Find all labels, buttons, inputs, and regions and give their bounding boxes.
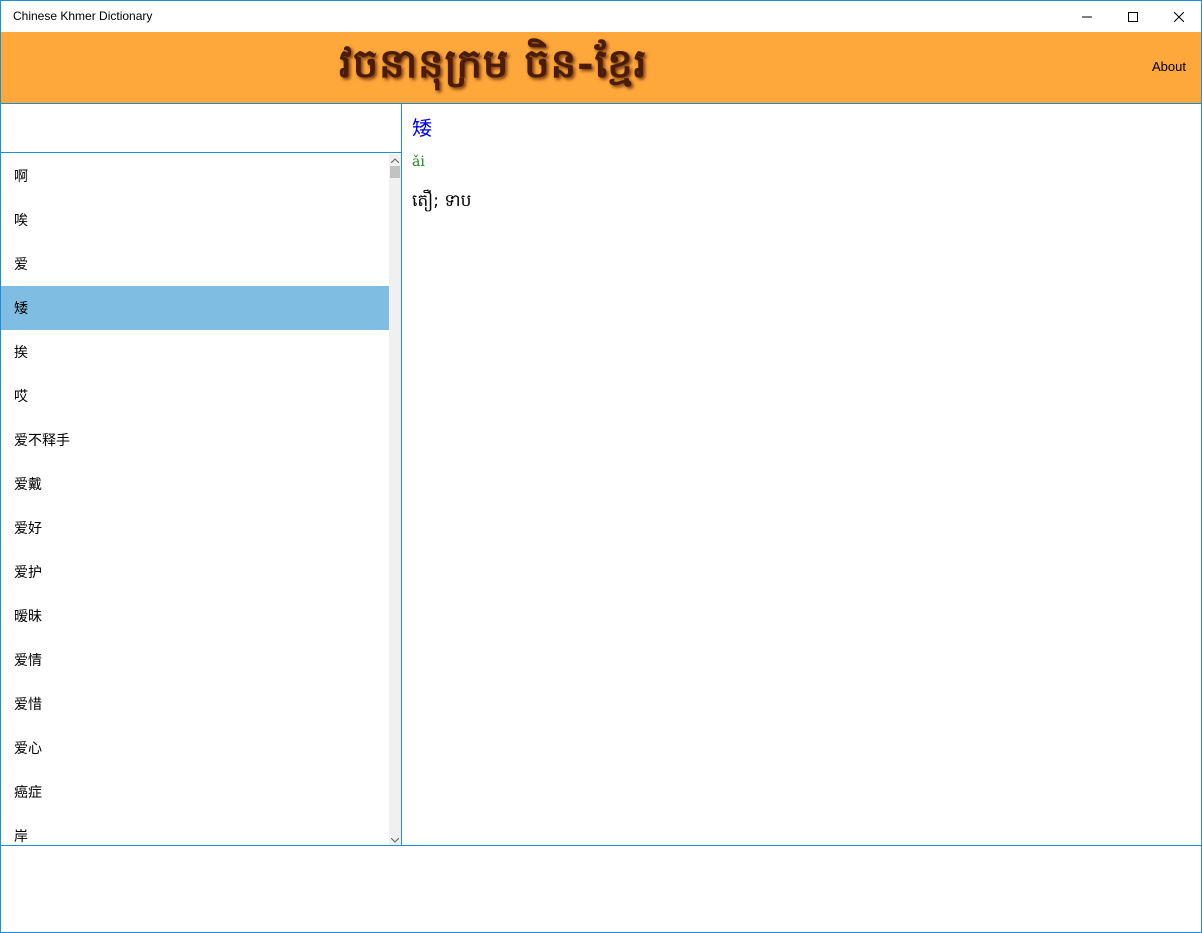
close-icon [1174,11,1184,22]
close-button[interactable] [1156,1,1202,32]
list-item[interactable]: 爱情 [1,638,389,682]
list-item[interactable]: 爱心 [1,726,389,770]
list-item[interactable]: 爱 [1,242,389,286]
footer-area [1,845,1201,932]
minimize-button[interactable] [1064,1,1110,32]
maximize-icon [1128,11,1138,22]
definition-pane: 矮 ǎi តឿ; ទាប [402,103,1201,845]
pinyin: ǎi [412,154,425,170]
chevron-up-icon [391,157,399,163]
khmer-definition: តឿ; ទាប [412,191,472,211]
list-item[interactable]: 挨 [1,330,389,374]
search-input[interactable] [1,104,401,152]
list-item[interactable]: 爱好 [1,506,389,550]
list-item[interactable]: 唉 [1,198,389,242]
minimize-icon [1082,16,1092,17]
list-item[interactable]: 爱护 [1,550,389,594]
list-item[interactable]: 岸 [1,814,389,846]
maximize-button[interactable] [1110,1,1156,32]
list-item[interactable]: 暧昧 [1,594,389,638]
word-list-pane: 啊唉爱矮挨哎爱不释手 爱戴 爱好 爱护 暧昧 爱情 爱惜 爱心 癌症岸 [1,103,402,846]
chevron-down-icon [391,837,399,843]
word-list[interactable]: 啊唉爱矮挨哎爱不释手 爱戴 爱好 爱护 暧昧 爱情 爱惜 爱心 癌症岸 [1,154,389,846]
list-item[interactable]: 癌症 [1,770,389,814]
headword: 矮 [412,116,432,140]
scroll-thumb[interactable] [390,166,400,178]
list-item[interactable]: 矮 [1,286,389,330]
app-window: Chinese Khmer Dictionary វចនានុក្រម ចិន-… [0,0,1202,933]
scroll-up-arrow[interactable] [389,154,401,166]
title-bar: Chinese Khmer Dictionary [1,1,1201,32]
app-logo: វចនានុក្រម ចិន-ខ្មែរ [339,40,648,87]
about-link[interactable]: About [1152,59,1186,74]
window-title: Chinese Khmer Dictionary [13,9,153,23]
list-item[interactable]: 啊 [1,154,389,198]
list-item[interactable]: 哎 [1,374,389,418]
list-item[interactable]: 爱惜 [1,682,389,726]
list-item[interactable]: 爱不释手 [1,418,389,462]
search-box [1,104,401,153]
list-item[interactable]: 爱戴 [1,462,389,506]
header-banner: វចនានុក្រម ចិន-ខ្មែរ About [1,32,1201,103]
word-list-scrollbar[interactable] [389,154,401,846]
